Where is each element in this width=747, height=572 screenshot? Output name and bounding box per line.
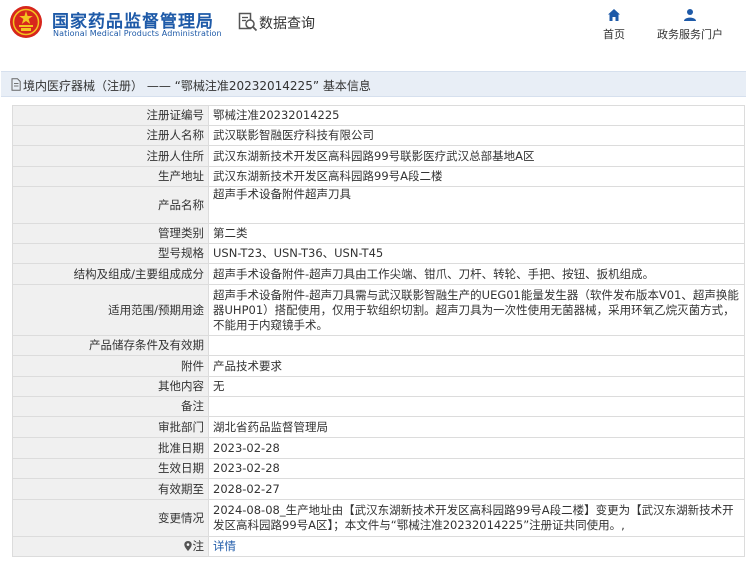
note-label-cell: 注 [12, 536, 209, 557]
field-value: 超声手术设备附件超声刀具 [208, 186, 745, 224]
site-name-en[interactable]: National Medical Products Administration [53, 29, 222, 38]
field-value: 产品技术要求 [208, 355, 745, 377]
table-row: 型号规格 USN-T23、USN-T36、USN-T45 [12, 243, 745, 264]
table-row: 生效日期 2023-02-28 [12, 458, 745, 479]
field-label: 生产地址 [12, 166, 209, 187]
field-label: 变更情况 [12, 499, 209, 537]
table-row: 其他内容 无 [12, 376, 745, 397]
table-row: 适用范围/预期用途 超声手术设备附件-超声刀具需与武汉联影智融生产的UEG01能… [12, 284, 745, 336]
table-row: 管理类别 第二类 [12, 223, 745, 244]
field-label: 注册证编号 [12, 105, 209, 126]
field-label: 生效日期 [12, 458, 209, 479]
record-title: 境内医疗器械（注册） —— “鄂械注准20232014225” 基本信息 [23, 79, 371, 93]
table-row: 生产地址 武汉东湖新技术开发区高科园路99号A段二楼 [12, 166, 745, 187]
nav-home-link[interactable]: 首页 [594, 8, 634, 42]
site-header: 国家药品监督管理局 National Medical Products Admi… [0, 0, 747, 52]
field-value: 鄂械注准20232014225 [208, 105, 745, 126]
field-label: 注册人名称 [12, 125, 209, 146]
table-row: 变更情况 2024-08-08_生产地址由【武汉东湖新技术开发区高科园路99号A… [12, 499, 745, 537]
field-label: 型号规格 [12, 243, 209, 264]
table-row: 有效期至 2028-02-27 [12, 478, 745, 500]
field-value [208, 396, 745, 417]
table-row: 注册人住所 武汉东湖新技术开发区高科园路99号联影医疗武汉总部基地A区 [12, 145, 745, 167]
table-row: 结构及组成/主要组成成分 超声手术设备附件-超声刀具由工作尖端、钳爪、刀杆、转轮… [12, 263, 745, 285]
field-value: 超声手术设备附件-超声刀具由工作尖端、钳爪、刀杆、转轮、手把、按钮、扳机组成。 [208, 263, 745, 285]
field-label: 管理类别 [12, 223, 209, 244]
field-value: 2023-02-28 [208, 437, 745, 459]
national-emblem-icon [10, 6, 42, 38]
home-icon [608, 9, 620, 21]
field-value: USN-T23、USN-T36、USN-T45 [208, 243, 745, 264]
table-row: 审批部门 湖北省药品监督管理局 [12, 416, 745, 438]
field-value [208, 335, 745, 356]
table-row: 批准日期 2023-02-28 [12, 437, 745, 459]
field-label: 有效期至 [12, 478, 209, 500]
field-value: 2028-02-27 [208, 478, 745, 500]
field-label: 适用范围/预期用途 [12, 284, 209, 336]
table-row: 备注 [12, 396, 745, 417]
field-value: 武汉东湖新技术开发区高科园路99号联影医疗武汉总部基地A区 [208, 145, 745, 167]
field-label: 产品名称 [12, 186, 209, 224]
table-row: 注 详情 [12, 536, 745, 557]
page-section-title: 数据查询 [259, 16, 315, 32]
field-label: 注册人住所 [12, 145, 209, 167]
table-row: 注册证编号 鄂械注准20232014225 [12, 105, 745, 126]
details-link[interactable]: 详情 [213, 539, 236, 553]
detail-table: 注册证编号 鄂械注准20232014225 注册人名称 武汉联影智融医疗科技有限… [12, 105, 745, 557]
table-row: 附件 产品技术要求 [12, 355, 745, 377]
nav-service-label: 政务服务门户 [657, 28, 723, 41]
field-label: 结构及组成/主要组成成分 [12, 263, 209, 285]
field-label: 附件 [12, 355, 209, 377]
field-value: 武汉东湖新技术开发区高科园路99号A段二楼 [208, 166, 745, 187]
nav-service-portal-link[interactable]: 政务服务门户 [652, 8, 728, 42]
note-value-cell: 详情 [208, 536, 745, 557]
field-label: 审批部门 [12, 416, 209, 438]
field-value: 湖北省药品监督管理局 [208, 416, 745, 438]
table-row: 产品名称 超声手术设备附件超声刀具 [12, 186, 745, 224]
location-pin-icon [183, 541, 192, 551]
field-label: 备注 [12, 396, 209, 417]
note-label: 注 [192, 539, 205, 553]
field-value: 第二类 [208, 223, 745, 244]
field-label: 批准日期 [12, 437, 209, 459]
table-row: 注册人名称 武汉联影智融医疗科技有限公司 [12, 125, 745, 146]
field-value: 武汉联影智融医疗科技有限公司 [208, 125, 745, 146]
document-icon [11, 78, 21, 91]
record-title-bar: 境内医疗器械（注册） —— “鄂械注准20232014225” 基本信息 [1, 71, 746, 97]
data-query-icon [238, 12, 258, 32]
user-icon [684, 9, 696, 21]
field-value: 无 [208, 376, 745, 397]
field-label: 产品储存条件及有效期 [12, 335, 209, 356]
nav-home-label: 首页 [603, 28, 625, 41]
field-value: 超声手术设备附件-超声刀具需与武汉联影智融生产的UEG01能量发生器（软件发布版… [208, 284, 745, 336]
field-value: 2023-02-28 [208, 458, 745, 479]
field-label: 其他内容 [12, 376, 209, 397]
field-value: 2024-08-08_生产地址由【武汉东湖新技术开发区高科园路99号A段二楼】变… [208, 499, 745, 537]
table-row: 产品储存条件及有效期 [12, 335, 745, 356]
